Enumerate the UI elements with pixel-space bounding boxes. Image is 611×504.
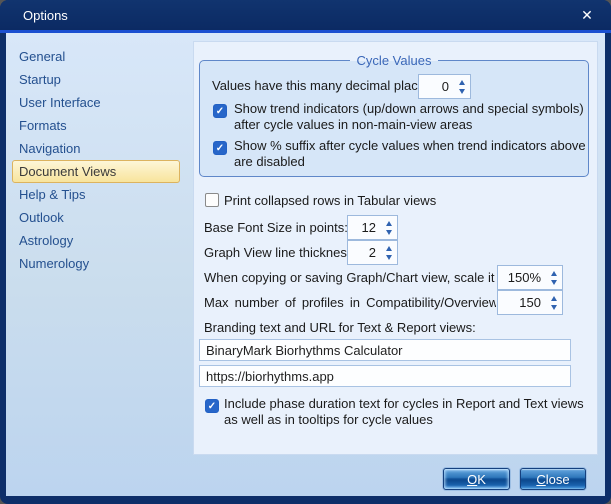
branding-url-input[interactable] bbox=[199, 365, 571, 387]
spinner-up-icon[interactable] bbox=[459, 80, 465, 85]
trend-indicators-checkbox[interactable]: ✓ bbox=[213, 104, 227, 118]
sidebar-item-help-tips[interactable]: Help & Tips bbox=[12, 183, 180, 206]
spinner-up-icon[interactable] bbox=[386, 221, 392, 226]
sidebar-item-astrology[interactable]: Astrology bbox=[12, 229, 180, 252]
base-font-size-spinner[interactable]: 12 bbox=[347, 215, 398, 240]
spinner-down-icon[interactable] bbox=[386, 230, 392, 235]
copy-scale-spinner[interactable]: 150% bbox=[497, 265, 563, 290]
spinner-arrows[interactable] bbox=[454, 75, 470, 98]
spinner-down-icon[interactable] bbox=[386, 255, 392, 260]
checkmark-icon: ✓ bbox=[216, 106, 224, 117]
dialog-body: General Startup User Interface Formats N… bbox=[6, 33, 605, 496]
base-font-size-label: Base Font Size in points: bbox=[204, 220, 348, 235]
ok-button[interactable]: OK bbox=[443, 468, 510, 490]
sidebar-item-outlook[interactable]: Outlook bbox=[12, 206, 180, 229]
copy-scale-value[interactable]: 150% bbox=[498, 270, 546, 285]
trend-indicators-label: Show trend indicators (up/down arrows an… bbox=[234, 101, 584, 133]
sidebar-item-navigation[interactable]: Navigation bbox=[12, 137, 180, 160]
options-dialog: Options ✕ General Startup User Interface… bbox=[0, 0, 611, 504]
title-bar[interactable]: Options ✕ bbox=[0, 0, 611, 30]
print-collapsed-checkbox[interactable] bbox=[205, 193, 219, 207]
spinner-down-icon[interactable] bbox=[551, 280, 557, 285]
sidebar-item-user-interface[interactable]: User Interface bbox=[12, 91, 180, 114]
cycle-values-group: Cycle Values Values have this many decim… bbox=[199, 60, 589, 177]
copy-scale-label: When copying or saving Graph/Chart view,… bbox=[204, 270, 509, 285]
decimal-places-label: Values have this many decimal places: bbox=[212, 78, 435, 93]
max-profiles-value[interactable]: 150 bbox=[498, 295, 546, 310]
decimal-places-spinner[interactable]: 0 bbox=[418, 74, 471, 99]
close-button-label: Close bbox=[536, 472, 569, 487]
ok-button-label: OK bbox=[467, 472, 486, 487]
group-legend-wrap: Cycle Values bbox=[200, 53, 588, 68]
spinner-down-icon[interactable] bbox=[551, 305, 557, 310]
line-thickness-spinner[interactable]: 2 bbox=[347, 240, 398, 265]
sidebar-item-document-views[interactable]: Document Views bbox=[12, 160, 180, 183]
sidebar-item-numerology[interactable]: Numerology bbox=[12, 252, 180, 275]
group-legend: Cycle Values bbox=[350, 53, 439, 68]
sidebar-item-startup[interactable]: Startup bbox=[12, 68, 180, 91]
settings-panel: Cycle Values Values have this many decim… bbox=[193, 41, 598, 455]
print-collapsed-label: Print collapsed rows in Tabular views bbox=[224, 193, 436, 208]
phase-duration-label: Include phase duration text for cycles i… bbox=[224, 396, 584, 428]
sidebar-item-general[interactable]: General bbox=[12, 45, 180, 68]
decimal-places-value[interactable]: 0 bbox=[419, 79, 454, 94]
checkmark-icon: ✓ bbox=[216, 143, 224, 154]
spinner-arrows[interactable] bbox=[381, 216, 397, 239]
spinner-arrows[interactable] bbox=[546, 266, 562, 289]
spinner-arrows[interactable] bbox=[546, 291, 562, 314]
spinner-up-icon[interactable] bbox=[551, 296, 557, 301]
phase-duration-checkbox[interactable]: ✓ bbox=[205, 399, 219, 413]
branding-label: Branding text and URL for Text & Report … bbox=[204, 320, 476, 335]
spinner-up-icon[interactable] bbox=[386, 246, 392, 251]
category-sidebar: General Startup User Interface Formats N… bbox=[6, 45, 192, 275]
base-font-size-value[interactable]: 12 bbox=[348, 220, 381, 235]
percent-suffix-label: Show % suffix after cycle values when tr… bbox=[234, 138, 586, 170]
close-button[interactable]: Close bbox=[520, 468, 586, 490]
spinner-arrows[interactable] bbox=[381, 241, 397, 264]
spinner-up-icon[interactable] bbox=[551, 271, 557, 276]
line-thickness-value[interactable]: 2 bbox=[348, 245, 381, 260]
max-profiles-spinner[interactable]: 150 bbox=[497, 290, 563, 315]
checkmark-icon: ✓ bbox=[208, 401, 216, 412]
branding-text-input[interactable] bbox=[199, 339, 571, 361]
line-thickness-label: Graph View line thickness: bbox=[204, 245, 357, 260]
percent-suffix-checkbox[interactable]: ✓ bbox=[213, 141, 227, 155]
window-title: Options bbox=[23, 8, 68, 23]
close-icon[interactable]: ✕ bbox=[565, 0, 609, 30]
spinner-down-icon[interactable] bbox=[459, 89, 465, 94]
max-profiles-label: Max number of profiles in Compatibility/… bbox=[204, 295, 496, 310]
sidebar-item-formats[interactable]: Formats bbox=[12, 114, 180, 137]
